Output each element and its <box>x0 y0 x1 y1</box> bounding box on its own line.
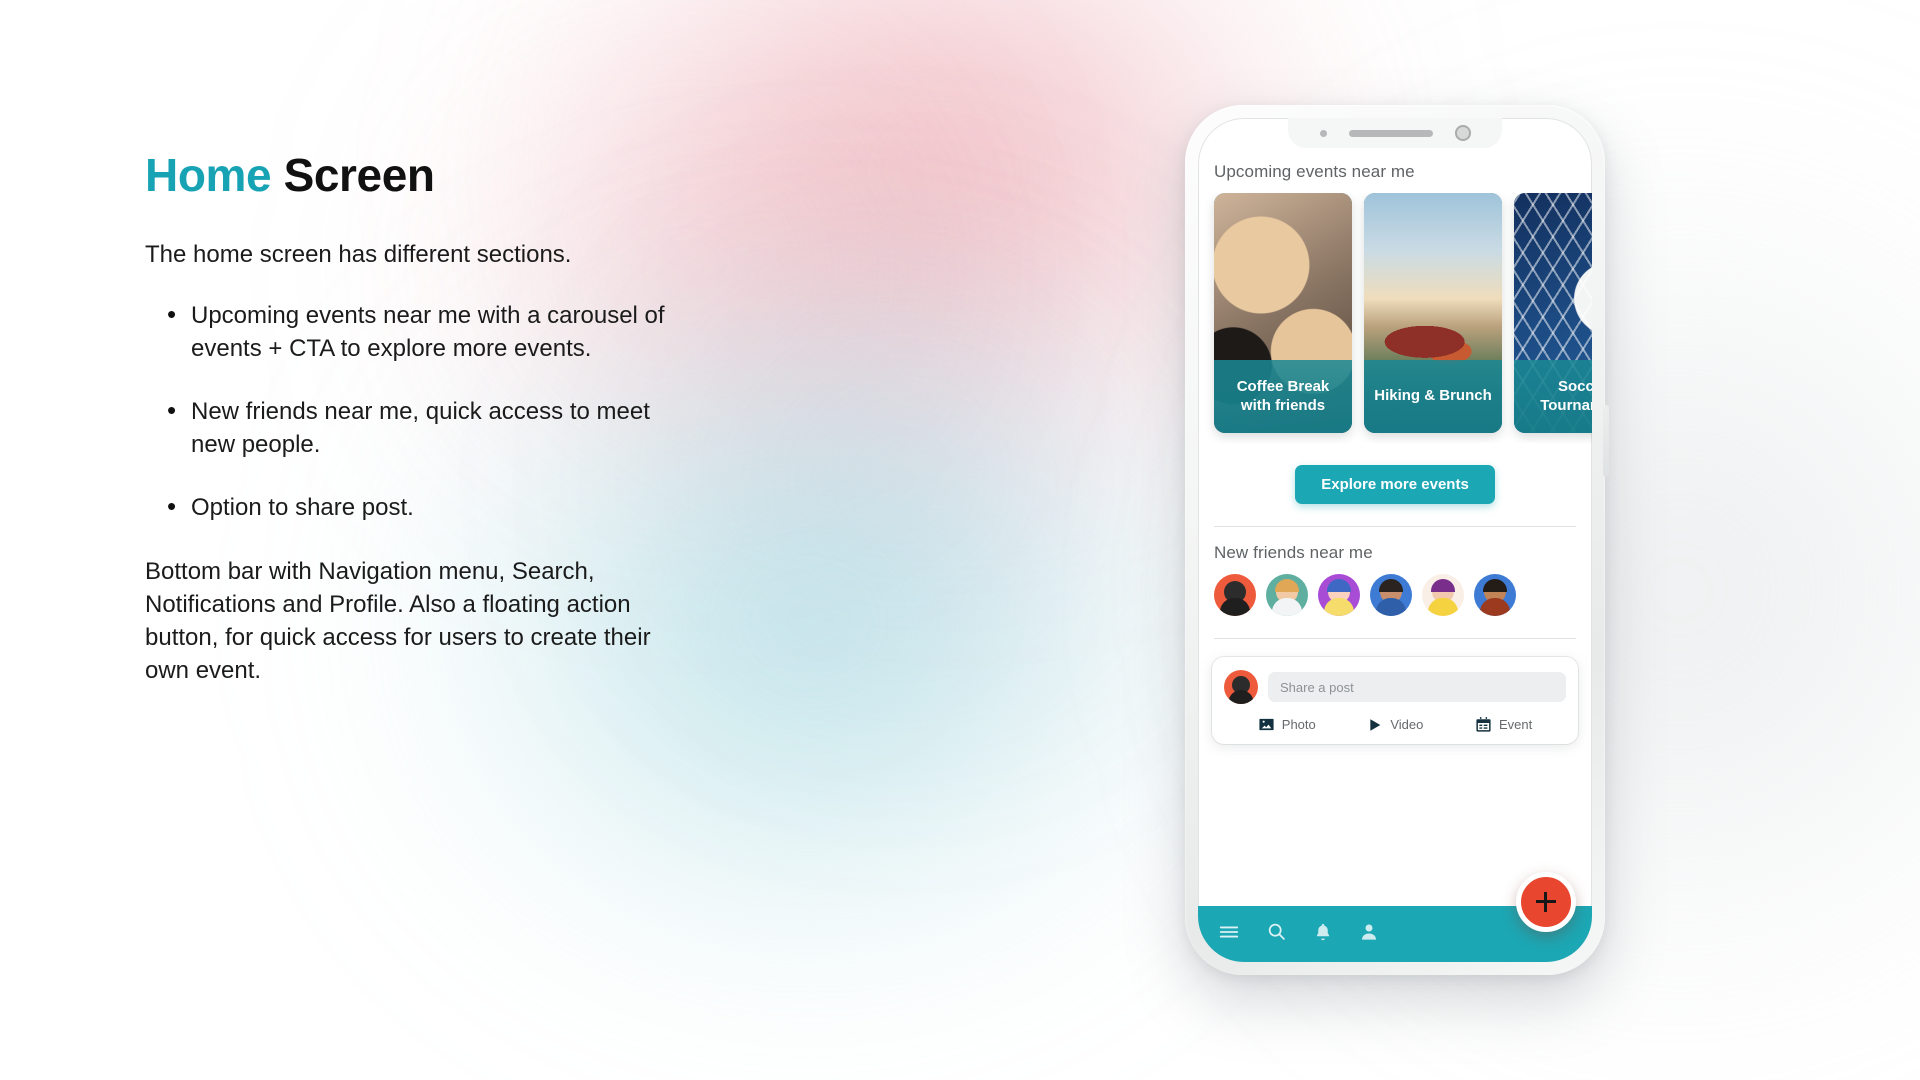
phone-notch <box>1288 118 1502 148</box>
composer-action-row: Photo Video Event <box>1224 716 1566 733</box>
speaker-grille-icon <box>1348 129 1433 137</box>
explore-more-events-button[interactable]: Explore more events <box>1295 465 1495 504</box>
page-title-accent: Home <box>145 149 272 201</box>
event-card[interactable]: Hiking & Brunch <box>1364 193 1502 433</box>
event-card-title: Hiking & Brunch <box>1364 360 1502 433</box>
events-carousel[interactable]: Coffee Break with friends Hiking & Brunc… <box>1198 193 1592 443</box>
avatar-woman-purple-hair[interactable] <box>1422 574 1464 616</box>
friends-section: New friends near me <box>1198 527 1592 616</box>
events-section-heading: Upcoming events near me <box>1214 162 1415 181</box>
video-icon <box>1367 717 1383 733</box>
avatar-kid-cap[interactable] <box>1318 574 1360 616</box>
share-post-input[interactable] <box>1268 672 1566 702</box>
description-column: Home Screen The home screen has differen… <box>145 150 725 687</box>
event-card[interactable]: Soccer Tournament <box>1514 193 1592 433</box>
search-icon[interactable] <box>1266 921 1287 947</box>
event-card-title: Soccer Tournament <box>1514 360 1592 433</box>
add-video-button[interactable]: Video <box>1367 717 1423 733</box>
avatar-bearded-man[interactable] <box>1266 574 1308 616</box>
notifications-icon[interactable] <box>1313 922 1333 947</box>
friends-avatar-row[interactable] <box>1198 574 1592 616</box>
add-event-button[interactable]: Event <box>1475 716 1532 733</box>
front-camera-icon <box>1454 125 1471 141</box>
add-event-fab[interactable] <box>1516 872 1576 932</box>
calendar-icon <box>1475 716 1492 733</box>
phone-side-button[interactable] <box>1603 405 1609 477</box>
page-title: Home Screen <box>145 150 725 201</box>
intro-paragraph: The home screen has different sections. <box>145 240 572 268</box>
bullet-item-events: Upcoming events near me with a carousel … <box>145 297 665 365</box>
friends-section-heading: New friends near me <box>1214 543 1373 562</box>
explore-cta-container: Explore more events <box>1198 465 1592 504</box>
phone-screen: Upcoming events near me Coffee Break wit… <box>1198 118 1592 962</box>
avatar-woman-bob[interactable] <box>1474 574 1516 616</box>
closing-paragraph: Bottom bar with Navigation menu, Search,… <box>145 557 651 684</box>
bullet-item-friends: New friends near me, quick access to mee… <box>145 393 665 461</box>
page-title-rest: Screen <box>283 149 435 201</box>
add-photo-label: Photo <box>1281 717 1316 732</box>
bullet-item-share: Option to share post. <box>145 489 665 525</box>
add-video-label: Video <box>1390 717 1424 732</box>
event-card-title: Coffee Break with friends <box>1214 360 1352 433</box>
avatar-woman-ponytail[interactable] <box>1370 574 1412 616</box>
plus-icon <box>1536 892 1556 912</box>
composer-top-row <box>1224 670 1566 704</box>
section-divider-bottom <box>1214 638 1576 639</box>
profile-icon[interactable] <box>1359 922 1379 947</box>
menu-icon[interactable] <box>1218 921 1240 948</box>
add-photo-button[interactable]: Photo <box>1258 716 1316 733</box>
photo-icon <box>1258 716 1275 733</box>
phone-mockup: Upcoming events near me Coffee Break wit… <box>1185 105 1609 975</box>
avatar-ninja[interactable] <box>1214 574 1256 616</box>
event-card[interactable]: Coffee Break with friends <box>1214 193 1352 433</box>
sensor-dot-icon <box>1319 129 1327 137</box>
app-screen-content: Upcoming events near me Coffee Break wit… <box>1198 118 1592 962</box>
add-event-label: Event <box>1498 717 1533 732</box>
composer-avatar-ninja[interactable] <box>1224 670 1258 704</box>
feature-bullet-list: Upcoming events near me with a carousel … <box>145 297 725 525</box>
post-composer-card: Photo Video <box>1212 657 1578 744</box>
